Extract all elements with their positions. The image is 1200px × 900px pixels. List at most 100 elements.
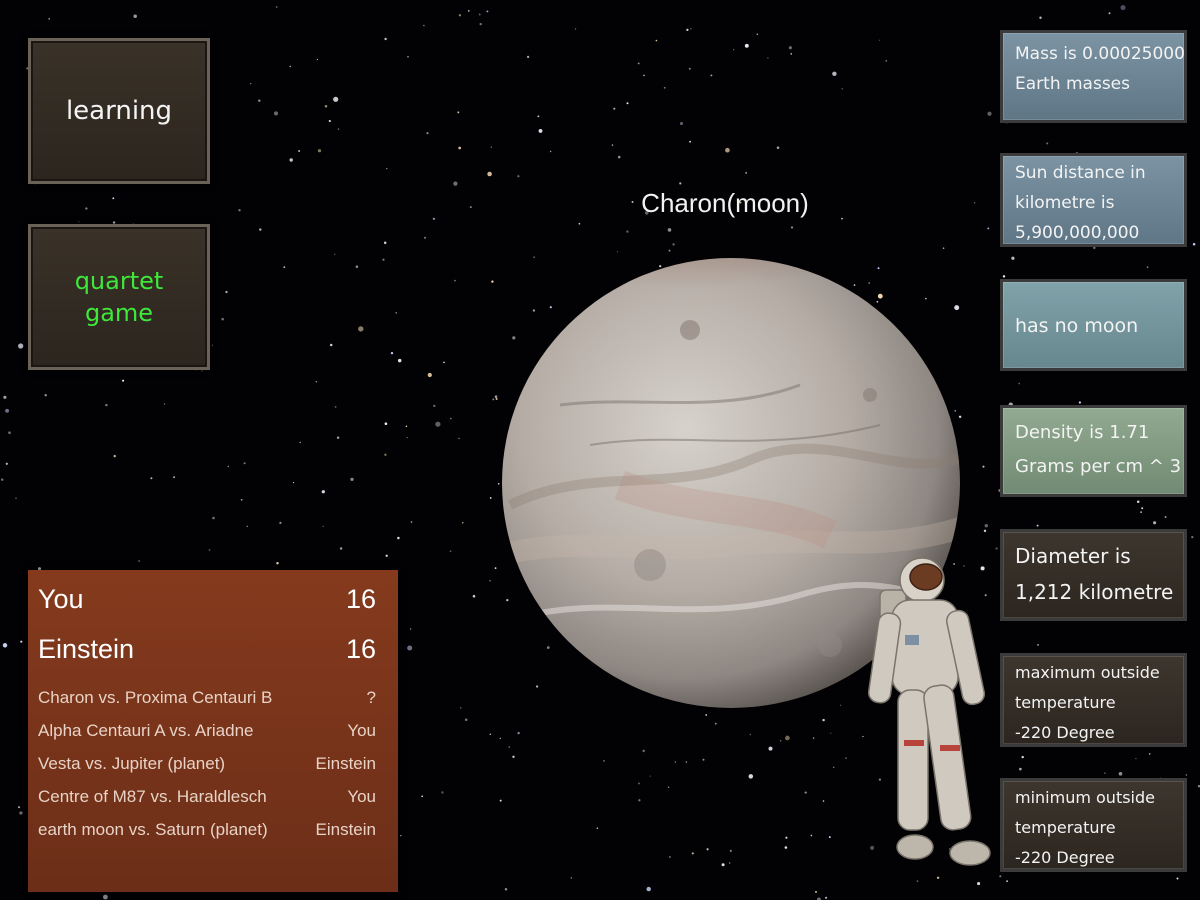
moons-stat-line1: has no moon <box>1015 315 1139 337</box>
star <box>616 251 619 253</box>
match-history-item: Charon vs. Proxima Centauri B ? <box>38 688 376 721</box>
star <box>790 53 793 55</box>
star <box>570 877 573 879</box>
star <box>885 60 888 62</box>
quartet-game-button[interactable]: quartet game <box>28 224 210 370</box>
star <box>517 731 520 735</box>
star <box>810 834 813 837</box>
star <box>421 795 424 798</box>
scoreboard-panel: You 16 Einstein 16 Charon vs. Proxima Ce… <box>28 570 398 892</box>
star <box>259 228 262 231</box>
star <box>457 111 460 114</box>
diameter-stat-line1: Diameter is <box>1015 544 1131 568</box>
star <box>19 811 23 815</box>
match-winner: Einstein <box>315 754 376 773</box>
star <box>517 175 520 178</box>
star <box>324 105 328 108</box>
sun-distance-stat-line1: Sun distance in <box>1015 163 1146 183</box>
star <box>649 775 651 777</box>
max-temperature-stat-card[interactable]: maximum outside temperature -220 Degree <box>1000 653 1187 747</box>
max-temperature-stat-line2: temperature <box>1015 693 1116 712</box>
star <box>5 408 10 413</box>
mass-stat-card[interactable]: Mass is 0.00025000 Earth masses <box>1000 30 1187 123</box>
star <box>409 628 412 630</box>
star <box>494 567 497 569</box>
density-stat-card[interactable]: Density is 1.71 Grams per cm ^ 3 <box>1000 405 1187 497</box>
star <box>1136 500 1140 504</box>
star <box>479 22 482 26</box>
star <box>685 761 688 763</box>
star <box>749 733 751 736</box>
star <box>1146 266 1149 268</box>
star <box>822 800 825 802</box>
match-winner: ? <box>366 688 376 707</box>
star <box>705 714 708 716</box>
sun-distance-stat-line3: 5,900,000,000 <box>1015 223 1140 243</box>
player-score: 16 <box>345 584 376 614</box>
learning-button-label: learning <box>65 96 173 126</box>
star <box>469 206 472 209</box>
star <box>8 431 11 435</box>
star <box>617 155 621 159</box>
star <box>744 43 749 48</box>
star <box>449 550 452 553</box>
star <box>423 236 427 239</box>
star <box>383 241 387 245</box>
star <box>999 875 1002 878</box>
star <box>1191 535 1194 539</box>
star <box>549 150 552 153</box>
star <box>478 13 481 16</box>
star <box>1019 767 1022 771</box>
match-matchup: earth moon vs. Saturn (planet) <box>38 820 268 839</box>
star <box>328 119 331 123</box>
star <box>454 279 456 282</box>
star <box>977 882 981 886</box>
star <box>721 863 725 867</box>
star <box>942 247 945 249</box>
sun-distance-stat-card[interactable]: Sun distance in kilometre is 5,900,000,0… <box>1000 153 1187 247</box>
star <box>526 55 530 59</box>
star <box>667 786 670 789</box>
min-temperature-stat-card[interactable]: minimum outside temperature -220 Degree <box>1000 778 1187 872</box>
star <box>462 522 464 524</box>
star <box>337 128 340 130</box>
learning-button[interactable]: learning <box>28 38 210 184</box>
star <box>432 217 435 220</box>
star <box>489 733 492 736</box>
star <box>1046 142 1049 145</box>
star <box>208 549 211 551</box>
match-history-item: Centre of M87 vs. Haraldlesch You <box>38 787 376 820</box>
star <box>333 96 339 102</box>
star <box>427 372 432 378</box>
player-name: You <box>38 584 84 614</box>
star <box>298 150 301 152</box>
star <box>458 437 460 440</box>
star <box>916 880 919 882</box>
star <box>663 86 666 89</box>
star <box>48 17 51 20</box>
moons-stat-card[interactable]: has no moon <box>1000 279 1187 371</box>
star <box>221 317 224 321</box>
star <box>78 221 80 223</box>
star <box>317 149 322 153</box>
star <box>339 547 343 550</box>
match-matchup: Alpha Centauri A vs. Ariadne <box>38 721 254 740</box>
star <box>163 403 166 405</box>
star <box>472 594 476 598</box>
star <box>122 379 125 382</box>
star <box>984 523 989 528</box>
star <box>334 253 336 255</box>
star <box>748 774 754 779</box>
diameter-stat-card[interactable]: Diameter is 1,212 kilometre <box>1000 529 1187 621</box>
planet-title: Charon(moon) <box>641 188 809 218</box>
star <box>395 312 397 314</box>
star <box>626 230 629 233</box>
star <box>211 344 214 346</box>
star <box>613 107 616 110</box>
star <box>240 498 243 501</box>
match-winner: You <box>347 787 376 806</box>
max-temperature-stat-line3: -220 Degree <box>1015 723 1115 742</box>
star <box>1011 256 1015 260</box>
star <box>987 227 990 230</box>
star <box>714 722 717 725</box>
